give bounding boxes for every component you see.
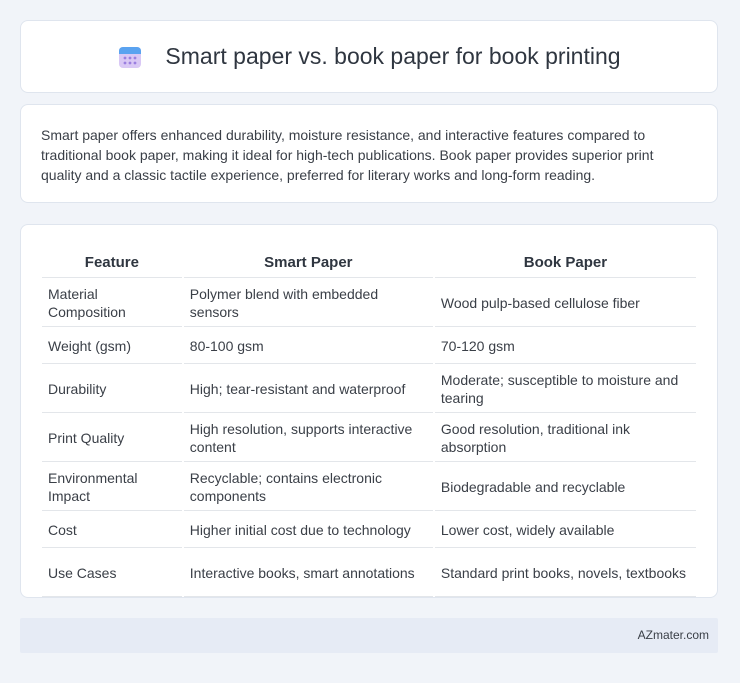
book-paper-cell: Wood pulp-based cellulose fiber [434,278,696,327]
table-row: Weight (gsm) 80-100 gsm 70-120 gsm [42,327,696,364]
table-header-row: Feature Smart Paper Book Paper [42,245,696,278]
page-title: Smart paper vs. book paper for book prin… [165,43,621,69]
smart-paper-cell: 80-100 gsm [183,327,433,364]
book-paper-cell: Biodegradable and recyclable [434,462,696,511]
feature-cell: Material Composition [42,278,182,327]
feature-cell: Environmental Impact [42,462,182,511]
column-header-book-paper: Book Paper [434,245,696,278]
footer-bar: AZmater.com [20,618,718,653]
feature-cell: Durability [42,364,182,413]
smart-paper-cell: Recyclable; contains electronic componen… [183,462,433,511]
calendar-icon [119,46,142,68]
summary-text: Smart paper offers enhanced durability, … [41,127,654,183]
title-card: Smart paper vs. book paper for book prin… [20,20,718,93]
book-paper-cell: Good resolution, traditional ink absorpt… [434,413,696,462]
table-row: Environmental Impact Recyclable; contain… [42,462,696,511]
feature-cell: Cost [42,511,182,548]
smart-paper-cell: High; tear-resistant and waterproof [183,364,433,413]
feature-cell: Weight (gsm) [42,327,182,364]
smart-paper-cell: Polymer blend with embedded sensors [183,278,433,327]
smart-paper-cell: High resolution, supports interactive co… [183,413,433,462]
comparison-table-card: Feature Smart Paper Book Paper Material … [20,224,718,598]
table-row: Material Composition Polymer blend with … [42,278,696,327]
column-header-smart-paper: Smart Paper [183,245,433,278]
book-paper-cell: Standard print books, novels, textbooks [434,548,696,597]
book-paper-cell: Moderate; susceptible to moisture and te… [434,364,696,413]
table-row: Cost Higher initial cost due to technolo… [42,511,696,548]
table-row: Use Cases Interactive books, smart annot… [42,548,696,597]
book-paper-cell: Lower cost, widely available [434,511,696,548]
table-row: Durability High; tear-resistant and wate… [42,364,696,413]
smart-paper-cell: Interactive books, smart annotations [183,548,433,597]
feature-cell: Use Cases [42,548,182,597]
column-header-feature: Feature [42,245,182,278]
book-paper-cell: 70-120 gsm [434,327,696,364]
summary-card: Smart paper offers enhanced durability, … [20,104,718,203]
footer-brand: AZmater.com [637,628,709,642]
smart-paper-cell: Higher initial cost due to technology [183,511,433,548]
table-row: Print Quality High resolution, supports … [42,413,696,462]
feature-cell: Print Quality [42,413,182,462]
comparison-table: Feature Smart Paper Book Paper Material … [40,245,698,597]
